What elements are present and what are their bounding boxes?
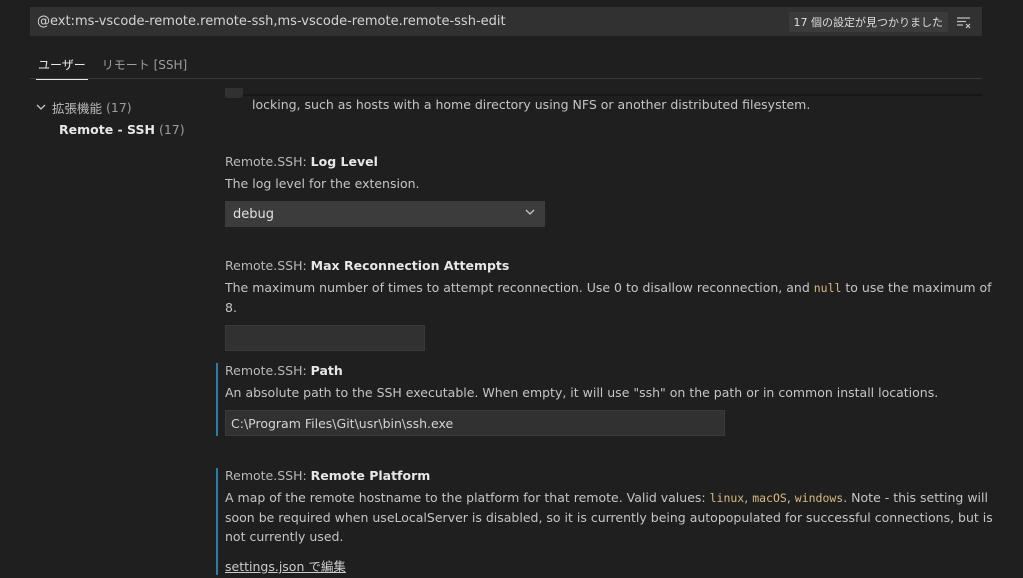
setting-category: Remote.SSH: bbox=[225, 363, 311, 378]
clear-filter-icon[interactable] bbox=[956, 14, 972, 30]
setting-title: Remote.SSH: Remote Platform bbox=[225, 468, 996, 486]
setting-description: The maximum number of times to attempt r… bbox=[225, 278, 996, 317]
settings-search-bar[interactable]: @ext:ms-vscode-remote.remote-ssh,ms-vsco… bbox=[30, 7, 982, 36]
log-level-select[interactable]: debug bbox=[225, 201, 545, 227]
search-input[interactable]: @ext:ms-vscode-remote.remote-ssh,ms-vsco… bbox=[30, 14, 789, 29]
code-snippet: null bbox=[813, 281, 842, 295]
toc-item-count: (17) bbox=[158, 121, 185, 137]
separator: , bbox=[744, 490, 753, 505]
tab-user[interactable]: ユーザー bbox=[30, 50, 94, 80]
code-snippet: linux bbox=[709, 491, 745, 505]
chevron-down-icon bbox=[523, 205, 537, 223]
select-value: debug bbox=[233, 206, 274, 222]
setting-remote-platform: Remote.SSH: Remote Platform A map of the… bbox=[216, 468, 996, 575]
edit-in-settings-json-link[interactable]: settings.json で編集 bbox=[225, 556, 346, 575]
max-reconnection-input[interactable] bbox=[225, 325, 425, 351]
separator: , bbox=[786, 490, 795, 505]
setting-name: Log Level bbox=[310, 154, 378, 169]
setting-description: An absolute path to the SSH executable. … bbox=[225, 385, 939, 400]
setting-name: Max Reconnection Attempts bbox=[310, 258, 510, 273]
toc-item-extensions[interactable]: 拡張機能 (17) bbox=[34, 96, 219, 118]
toc-item-count: (17) bbox=[106, 99, 132, 115]
tab-remote-ssh[interactable]: リモート [SSH] bbox=[94, 50, 195, 79]
scroll-shadow bbox=[225, 94, 982, 96]
setting-category: Remote.SSH: bbox=[225, 258, 311, 273]
ssh-path-input[interactable]: C:\Program Files\Git\usr\bin\ssh.exe bbox=[225, 410, 725, 436]
setting-description: A map of the remote hostname to the plat… bbox=[225, 488, 995, 546]
code-snippet: windows bbox=[794, 491, 844, 505]
result-count-badge: 17 個の設定が見つかりました bbox=[788, 11, 948, 32]
toc-item-label: 拡張機能 bbox=[52, 100, 103, 116]
setting-checkbox[interactable] bbox=[225, 88, 243, 98]
settings-toc: 拡張機能 (17) Remote - SSH (17) bbox=[34, 96, 219, 140]
setting-name: Remote Platform bbox=[310, 468, 431, 483]
setting-log-level: Remote.SSH: Log Level The log level for … bbox=[216, 154, 996, 227]
setting-title: Remote.SSH: Path bbox=[225, 363, 996, 381]
setting-description: locking, such as hosts with a home direc… bbox=[252, 97, 811, 112]
setting-name: Path bbox=[310, 363, 343, 378]
settings-scope-tabs: ユーザー リモート [SSH] bbox=[30, 50, 982, 80]
setting-description: The log level for the extension. bbox=[225, 176, 420, 191]
setting-title: Remote.SSH: Log Level bbox=[225, 154, 996, 172]
setting-category: Remote.SSH: bbox=[225, 154, 311, 169]
toc-item-remote-ssh[interactable]: Remote - SSH (17) bbox=[34, 118, 219, 140]
setting-title: Remote.SSH: Max Reconnection Attempts bbox=[225, 258, 996, 276]
setting-path: Remote.SSH: Path An absolute path to the… bbox=[216, 363, 996, 436]
code-snippet: macOS bbox=[752, 491, 787, 505]
description-text: The maximum number of times to attempt r… bbox=[225, 280, 814, 295]
setting-category: Remote.SSH: bbox=[225, 468, 311, 483]
chevron-down-icon bbox=[34, 100, 48, 114]
description-text: A map of the remote hostname to the plat… bbox=[225, 490, 710, 505]
setting-max-reconnection-attempts: Remote.SSH: Max Reconnection Attempts Th… bbox=[216, 258, 996, 351]
toc-item-label: Remote - SSH bbox=[59, 121, 155, 137]
settings-editor: @ext:ms-vscode-remote.remote-ssh,ms-vsco… bbox=[0, 0, 1023, 578]
